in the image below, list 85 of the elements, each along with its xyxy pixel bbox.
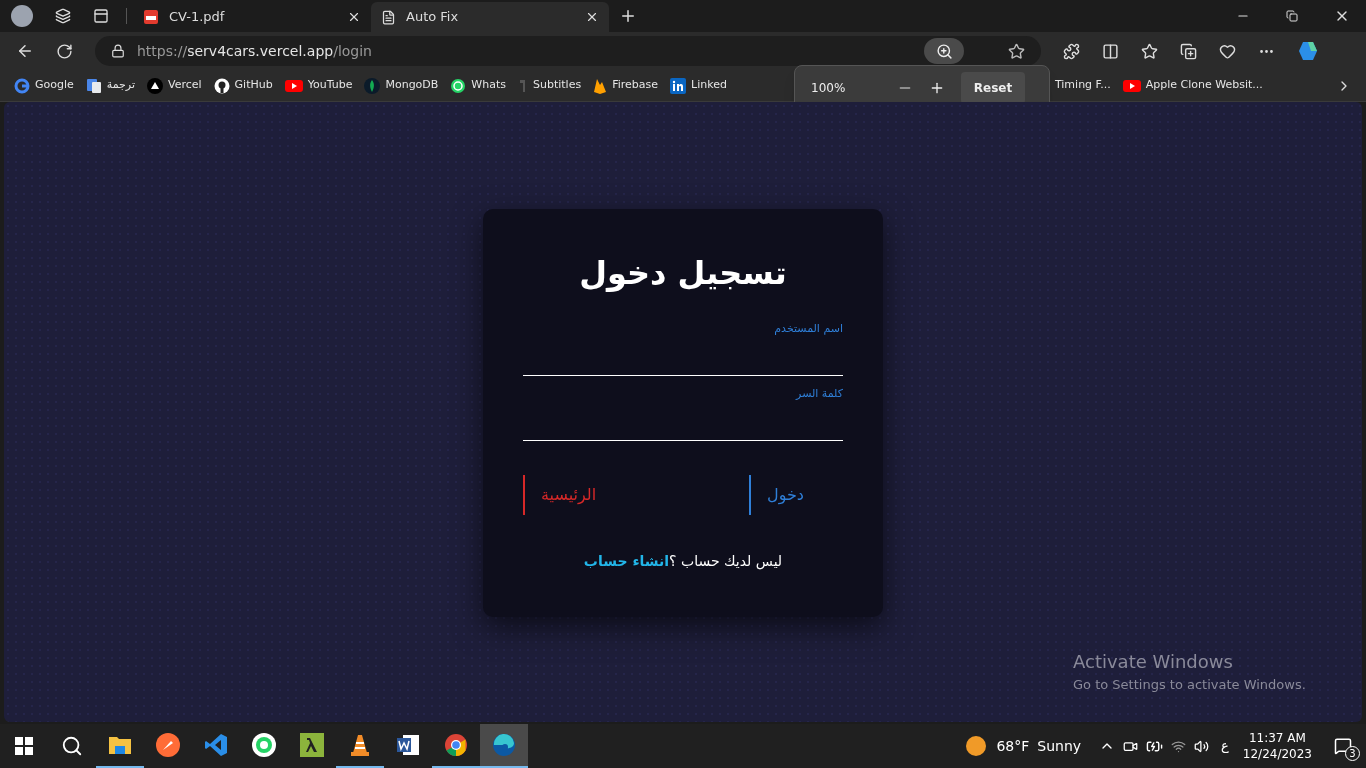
signup-prompt: ليس لديك حساب ؟انشاء حساب <box>582 552 784 572</box>
sun-icon <box>966 736 987 756</box>
collections-icon[interactable] <box>1180 42 1197 60</box>
notifications-button[interactable]: 3 <box>1326 729 1360 763</box>
close-icon[interactable] <box>585 10 599 24</box>
new-tab-icon[interactable] <box>619 7 637 25</box>
health-icon[interactable] <box>1219 42 1236 60</box>
bookmark-item[interactable]: Apple Clone Websit... <box>1122 77 1263 94</box>
clock-date: 12/24/2023 <box>1242 746 1312 762</box>
bookmark-item[interactable]: Linked <box>670 77 727 94</box>
refresh-icon[interactable] <box>56 42 73 60</box>
chat-bubble-icon <box>252 733 276 757</box>
flame-icon <box>593 77 608 94</box>
bookmark-item[interactable]: Firebase <box>593 77 659 94</box>
bookmark-item[interactable]: Google <box>14 77 74 94</box>
notification-icon <box>1334 737 1352 755</box>
chat-bubble-icon <box>450 77 467 94</box>
favorite-icon[interactable] <box>1008 42 1025 60</box>
url-text: https://serv4cars.vercel.app/login <box>137 41 373 61</box>
google-icon <box>14 77 30 94</box>
search-icon <box>61 735 83 757</box>
lambda-icon <box>300 733 324 757</box>
windows-logo-icon <box>15 737 33 755</box>
weather-condition: Sunny <box>1037 736 1082 756</box>
traffic-cone-icon <box>348 733 372 757</box>
leaf-icon <box>364 77 381 94</box>
edge-icon <box>492 733 516 757</box>
bookmark-item[interactable]: Whats <box>450 77 506 94</box>
bookmark-item[interactable]: YouTube <box>284 77 353 94</box>
tab-title: Auto Fix <box>406 8 460 27</box>
profile-avatar[interactable] <box>11 5 33 27</box>
pdf-file-icon <box>143 9 159 25</box>
zoom-in-icon[interactable] <box>929 80 945 96</box>
zoom-button[interactable] <box>924 38 964 64</box>
input-field[interactable]: اسم المستخدم <box>523 321 843 376</box>
page-icon <box>381 9 396 25</box>
field-label: اسم المستخدم <box>774 321 843 337</box>
browser-tab[interactable]: CV-1.pdf <box>133 2 371 32</box>
login-title: تسجيل دخول <box>578 253 788 294</box>
folder-icon <box>108 734 132 756</box>
bookmark-item[interactable]: Vercel <box>147 77 202 94</box>
bookmark-item[interactable]: GitHub <box>213 77 273 94</box>
back-icon[interactable] <box>16 42 34 60</box>
restore-icon[interactable] <box>1286 10 1298 22</box>
activation-title: Activate Windows <box>1073 650 1234 674</box>
zoom-level: 100% <box>811 80 847 97</box>
clock-time: 11:37 AM <box>1248 730 1306 746</box>
lock-icon <box>111 44 125 58</box>
tab-title: CV-1.pdf <box>169 8 226 27</box>
reset-button[interactable]: Reset <box>961 72 1025 104</box>
bookmark-icon <box>518 77 528 94</box>
address-bar[interactable]: https://serv4cars.vercel.app/login <box>95 36 1041 66</box>
split-screen-icon[interactable] <box>1102 42 1119 60</box>
signup-link[interactable]: انشاء حساب <box>583 553 670 569</box>
bookmark-item[interactable]: Timing F... <box>1054 77 1111 94</box>
linkedin-icon <box>670 77 687 94</box>
tab-actions-icon[interactable] <box>93 8 109 24</box>
code-editor-icon <box>204 733 228 757</box>
favorites-icon[interactable] <box>1141 42 1158 60</box>
input-field[interactable]: كلمة السر <box>523 386 843 441</box>
language-indicator[interactable]: ع <box>1221 736 1229 756</box>
extensions-icon[interactable] <box>1063 42 1080 60</box>
volume-icon[interactable] <box>1194 738 1210 754</box>
bookmark-item[interactable]: MongoDB <box>364 77 439 94</box>
github-icon <box>213 77 230 94</box>
weather-temp: 68°F <box>996 736 1030 756</box>
document-icon <box>396 733 420 757</box>
zoom-icon <box>935 42 953 60</box>
rocket-icon <box>156 733 180 757</box>
workspaces-icon[interactable] <box>55 8 71 24</box>
home-button[interactable]: الرئيسية <box>523 475 601 515</box>
bookmark-item[interactable]: ترجمة <box>85 77 135 94</box>
login-button[interactable]: دخول <box>749 475 808 515</box>
activation-subtitle: Go to Settings to activate Windows. <box>1073 676 1306 694</box>
close-icon[interactable] <box>347 10 361 24</box>
play-icon <box>1122 78 1141 93</box>
browser-tab[interactable]: Auto Fix <box>371 2 609 32</box>
play-icon <box>284 78 303 93</box>
notification-count: 3 <box>1345 746 1360 761</box>
field-label: كلمة السر <box>796 386 843 402</box>
wifi-icon[interactable] <box>1171 738 1187 754</box>
translate-icon <box>85 77 102 94</box>
chrome-icon <box>444 733 468 757</box>
bookmark-item[interactable]: Subtitles <box>518 77 582 94</box>
copilot-icon[interactable] <box>1297 40 1319 62</box>
